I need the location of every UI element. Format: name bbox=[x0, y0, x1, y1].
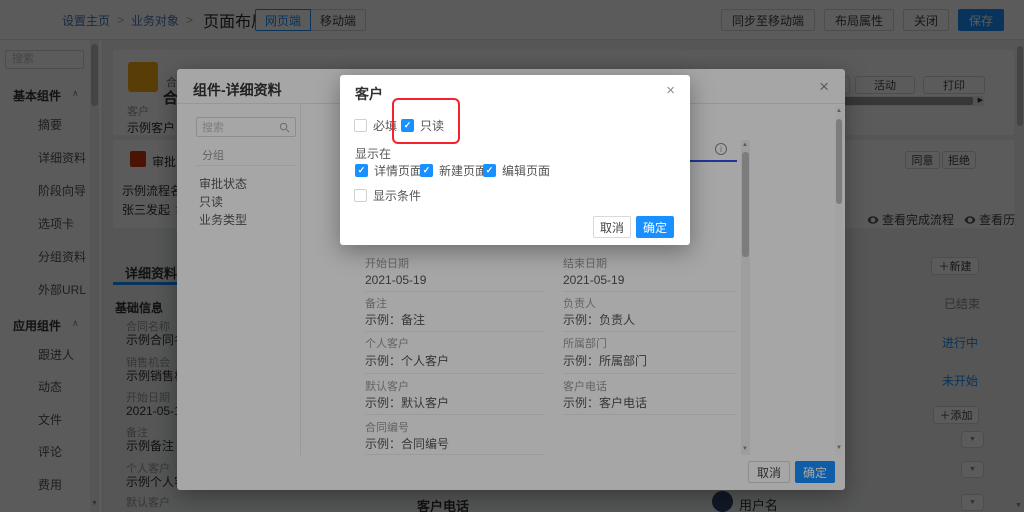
display-new-checkbox[interactable]: ✓ bbox=[420, 164, 433, 177]
display-edit-checkbox[interactable]: ✓ bbox=[483, 164, 496, 177]
display-condition-checkbox[interactable]: ✓ bbox=[354, 189, 367, 202]
required-checkbox[interactable]: ✓ bbox=[354, 119, 367, 132]
check-icon: ✓ bbox=[423, 166, 431, 175]
display-detail-label: 详情页面 bbox=[374, 162, 422, 179]
display-condition-checkbox-row[interactable]: ✓ 显示条件 bbox=[354, 187, 421, 204]
page-layout-editor: 设置主页 > 业务对象 > 页面布局 网页端 移动端 同步至移动端 布局属性 关… bbox=[0, 0, 1024, 512]
display-new-checkbox-row[interactable]: ✓ 新建页面 bbox=[420, 162, 487, 179]
display-condition-label: 显示条件 bbox=[373, 187, 421, 204]
display-in-label: 显示在 bbox=[355, 145, 391, 162]
display-new-label: 新建页面 bbox=[439, 162, 487, 179]
display-edit-checkbox-row[interactable]: ✓ 编辑页面 bbox=[483, 162, 550, 179]
close-icon[interactable]: × bbox=[666, 83, 675, 98]
required-checkbox-row[interactable]: ✓ 必填 bbox=[354, 117, 397, 134]
readonly-checkbox-row[interactable]: ✓ 只读 bbox=[401, 117, 444, 134]
readonly-checkbox[interactable]: ✓ bbox=[401, 119, 414, 132]
display-detail-checkbox[interactable]: ✓ bbox=[355, 164, 368, 177]
modal-title: 客户 bbox=[355, 84, 383, 104]
cancel-button[interactable]: 取消 bbox=[593, 216, 631, 238]
display-detail-checkbox-row[interactable]: ✓ 详情页面 bbox=[355, 162, 422, 179]
display-edit-label: 编辑页面 bbox=[502, 162, 550, 179]
readonly-label: 只读 bbox=[420, 117, 444, 134]
check-icon: ✓ bbox=[358, 166, 366, 175]
check-icon: ✓ bbox=[486, 166, 494, 175]
check-icon: ✓ bbox=[404, 121, 412, 130]
field-settings-modal: 客户 × ✓ 必填 ✓ 只读 显示在 ✓ 详情页面 ✓ 新建页面 ✓ 编辑页面 … bbox=[340, 75, 690, 245]
confirm-button[interactable]: 确定 bbox=[636, 216, 674, 238]
required-label: 必填 bbox=[373, 117, 397, 134]
